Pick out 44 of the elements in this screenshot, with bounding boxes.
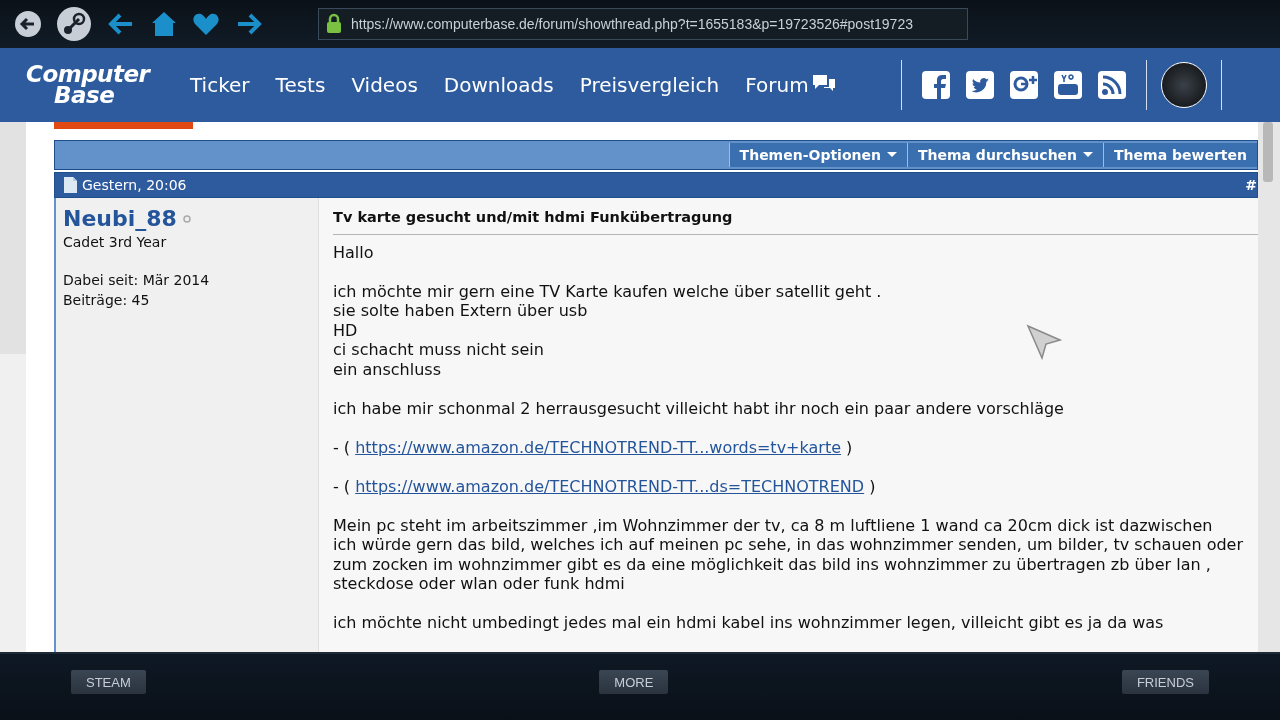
- twitter-icon[interactable]: [966, 71, 994, 99]
- nav-link[interactable]: Preisvergleich: [579, 73, 720, 97]
- rss-icon[interactable]: [1098, 71, 1126, 99]
- thread-menu-button[interactable]: Thema bewerten: [1103, 142, 1257, 167]
- bottom-bar-button[interactable]: MORE: [599, 670, 669, 694]
- thread-menu-button[interactable]: Themen-Optionen: [728, 142, 907, 167]
- url-field[interactable]: https://www.computerbase.de/forum/showthread.php?t=1655183&p=19723526#post19723: [318, 8, 968, 40]
- post-paragraph: ich möchte mir gern eine TV Karte kaufen welche über satellit geht . sie solte haben Extern über usb HD ci schacht muss nicht sein ein anschluss: [333, 281, 882, 379]
- user-avatar[interactable]: [1161, 62, 1207, 108]
- post-title: Tv karte gesucht und/mit hdmi Funkübertragung: [333, 208, 1258, 235]
- bracket-text: ): [869, 476, 876, 496]
- nav-link[interactable]: Ticker: [190, 73, 250, 97]
- steam-logo-icon[interactable]: [56, 6, 92, 42]
- bottom-bar-button[interactable]: STEAM: [71, 670, 146, 694]
- google-plus-icon[interactable]: [1010, 71, 1038, 99]
- lock-icon: [325, 13, 343, 35]
- bracket-text: - (: [333, 437, 351, 457]
- nav-link[interactable]: Tests: [275, 73, 326, 97]
- scrollbar[interactable]: [1258, 122, 1280, 652]
- document-icon: [63, 175, 78, 194]
- nav-link[interactable]: Forum: [745, 73, 837, 97]
- nav-link[interactable]: Videos: [351, 73, 418, 97]
- post-paragraph: ich habe mir schonmal 2 herrausgesucht villeicht habt ihr noch ein paar andere vorschläge: [333, 398, 1064, 418]
- post-paragraph: Mein pc steht im arbeitszimmer ,im Wohnzimmer der tv, ca 8 m luftliene 1 wand ca 20cm dick ist dazwischen ich würde gern das bild, welches ich auf meinen pc sehe, in das wohnzimmer senden, um bilder, tv schauen oder zum zocken im wohnzimmer gibt es da eine möglichkeit das bild ins wohnzimmer zu übertragen zb über lan , steckdose oder wlan oder funk hdmi: [333, 515, 1243, 594]
- back-button-icon[interactable]: [14, 10, 42, 38]
- username-link[interactable]: Neubi_88: [63, 206, 177, 232]
- thread-menu-button[interactable]: Thema durchsuchen: [906, 142, 1104, 167]
- user-rank: Cadet 3rd Year: [63, 233, 168, 252]
- post-count: Beiträge: 45: [63, 291, 151, 310]
- bracket-text: ): [846, 437, 853, 457]
- product-link[interactable]: https://www.amazon.de/TECHNOTREND-TT...words=tv+karte: [355, 437, 841, 457]
- post-paragraph: Hallo: [333, 242, 374, 262]
- post-number[interactable]: #: [1245, 176, 1257, 193]
- join-date: Dabei seit: Mär 2014: [63, 271, 211, 290]
- post-paragraph: ich möchte nicht umbedingt jedes mal ein hdmi kabel ins wohnzimmer legen, villeicht gibt es ja da was: [333, 613, 1164, 633]
- home-icon[interactable]: [150, 10, 178, 38]
- cursor-icon: [1026, 324, 1062, 360]
- facebook-icon[interactable]: [922, 71, 950, 99]
- bracket-text: - (: [333, 476, 351, 496]
- nav-link[interactable]: Downloads: [443, 73, 554, 97]
- product-link[interactable]: https://www.amazon.de/TECHNOTREND-TT...ds=TECHNOTREND: [355, 476, 865, 496]
- site-logo[interactable]: Computer Base: [26, 55, 162, 115]
- post-date: Gestern, 20:06: [82, 176, 187, 193]
- bottom-bar-button[interactable]: FRIENDS: [1121, 670, 1209, 694]
